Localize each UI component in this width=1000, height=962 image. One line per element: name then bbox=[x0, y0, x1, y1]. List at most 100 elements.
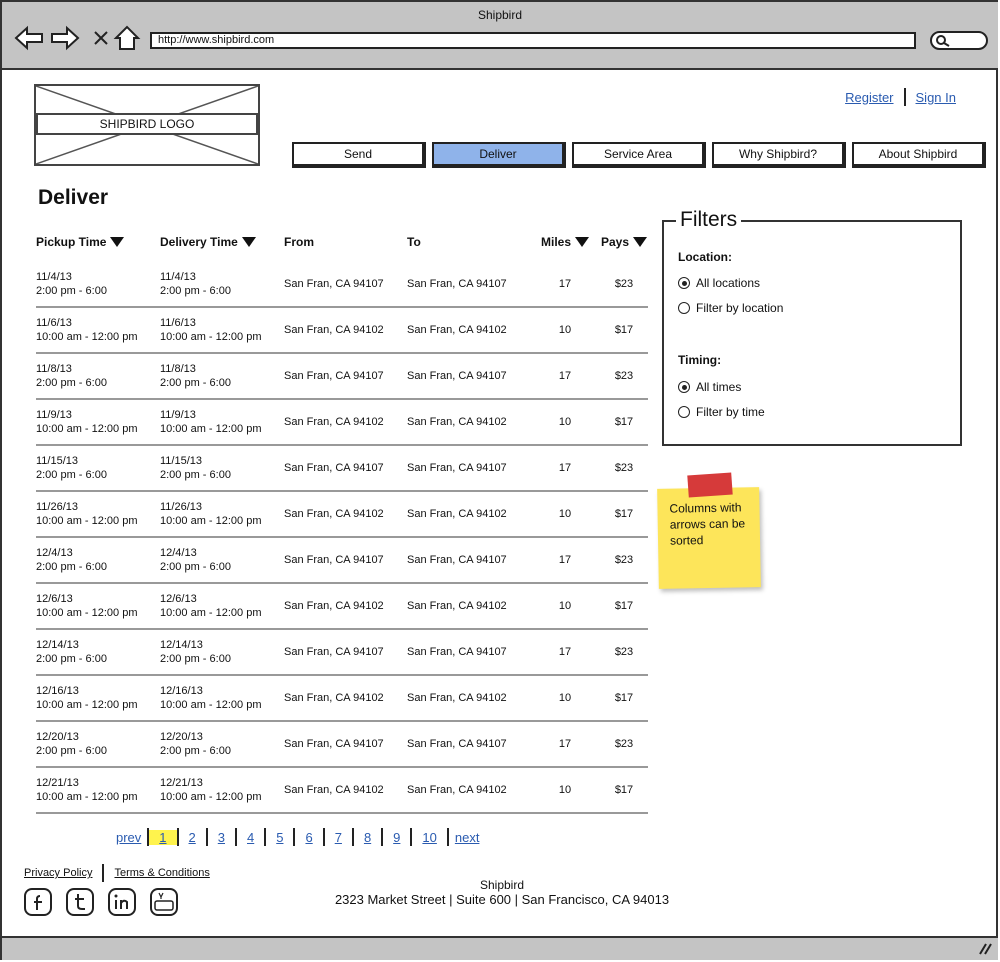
register-link[interactable]: Register bbox=[845, 90, 893, 105]
delivery-cell: 12/20/13 2:00 pm - 6:00 bbox=[160, 730, 284, 758]
deliveries-table: Pickup Time Delivery Time From To Miles … bbox=[36, 230, 648, 814]
page-link-7[interactable]: 7 bbox=[325, 830, 352, 845]
pickup-cell: 11/6/13 10:00 am - 12:00 pm bbox=[36, 316, 160, 344]
miles-cell: 17 bbox=[558, 370, 572, 382]
pays-cell: $23 bbox=[614, 278, 634, 290]
delivery-cell: 12/14/13 2:00 pm - 6:00 bbox=[160, 638, 284, 666]
pickup-cell: 11/15/13 2:00 pm - 6:00 bbox=[36, 454, 160, 482]
radio-label: Filter by location bbox=[696, 301, 784, 315]
page-link-10[interactable]: 10 bbox=[412, 830, 446, 845]
account-links: Register Sign In bbox=[845, 88, 956, 106]
delivery-window: 10:00 am - 12:00 pm bbox=[160, 791, 262, 803]
tab-about-shipbird[interactable]: About Shipbird bbox=[852, 142, 986, 168]
radio-all-locations[interactable]: All locations bbox=[678, 276, 760, 290]
table-row[interactable]: 12/20/13 2:00 pm - 6:00 12/20/13 2:00 pm - … bbox=[36, 722, 648, 768]
browser-chrome: Shipbird http://www.shipbird.com bbox=[2, 2, 998, 70]
address-bar[interactable]: http://www.shipbird.com bbox=[150, 32, 916, 49]
table-row[interactable]: 12/16/13 10:00 am - 12:00 pm 12/16/13 10:00… bbox=[36, 676, 648, 722]
pickup-cell: 12/4/13 2:00 pm - 6:00 bbox=[36, 546, 160, 574]
delivery-window: 10:00 am - 12:00 pm bbox=[160, 607, 262, 619]
table-row[interactable]: 11/8/13 2:00 pm - 6:00 11/8/13 2:00 pm - 6:… bbox=[36, 354, 648, 400]
radio-all-times[interactable]: All times bbox=[678, 380, 741, 394]
column-from: From bbox=[284, 235, 314, 249]
from-cell: San Fran, CA 94102 bbox=[284, 600, 384, 612]
delivery-date: 12/6/13 bbox=[160, 593, 197, 605]
pickup-date: 11/26/13 bbox=[36, 501, 79, 513]
sticky-note: Columns with arrows can be sorted bbox=[657, 487, 761, 589]
page-link-6[interactable]: 6 bbox=[295, 830, 322, 845]
pickup-cell: 11/9/13 10:00 am - 12:00 pm bbox=[36, 408, 160, 436]
browser-search-field[interactable] bbox=[930, 31, 988, 50]
pickup-date: 12/6/13 bbox=[36, 593, 73, 605]
sort-miles[interactable]: Miles bbox=[530, 235, 600, 249]
radio-filter-by-location[interactable]: Filter by location bbox=[678, 301, 783, 315]
window-title: Shipbird bbox=[477, 8, 523, 22]
pickup-window: 2:00 pm - 6:00 bbox=[36, 377, 107, 389]
table-row[interactable]: 12/6/13 10:00 am - 12:00 pm 12/6/13 10:00 a… bbox=[36, 584, 648, 630]
to-cell: San Fran, CA 94102 bbox=[407, 784, 507, 796]
sort-arrow-icon bbox=[110, 237, 125, 247]
to-cell: San Fran, CA 94107 bbox=[407, 462, 507, 474]
prev-page-link[interactable]: prev bbox=[110, 830, 147, 845]
page-title: Deliver bbox=[38, 186, 109, 209]
radio-empty-icon bbox=[678, 406, 690, 418]
resize-grip-icon[interactable] bbox=[978, 943, 992, 955]
pickup-window: 10:00 am - 12:00 pm bbox=[36, 791, 138, 803]
pickup-cell: 12/20/13 2:00 pm - 6:00 bbox=[36, 730, 160, 758]
pickup-window: 10:00 am - 12:00 pm bbox=[36, 423, 138, 435]
miles-cell: 10 bbox=[558, 784, 572, 796]
site-logo[interactable]: SHIPBIRD LOGO bbox=[34, 84, 260, 166]
sign-in-link[interactable]: Sign In bbox=[916, 90, 956, 105]
to-cell: San Fran, CA 94107 bbox=[407, 738, 507, 750]
browser-window: Shipbird http://www.shipbird.com SHIPBIR… bbox=[0, 0, 998, 960]
table-row[interactable]: 11/4/13 2:00 pm - 6:00 11/4/13 2:00 pm - 6:… bbox=[36, 262, 648, 308]
tab-service-area[interactable]: Service Area bbox=[572, 142, 706, 168]
delivery-cell: 12/4/13 2:00 pm - 6:00 bbox=[160, 546, 284, 574]
table-row[interactable]: 12/4/13 2:00 pm - 6:00 12/4/13 2:00 pm - 6:… bbox=[36, 538, 648, 584]
to-cell: San Fran, CA 94102 bbox=[407, 692, 507, 704]
table-row[interactable]: 11/6/13 10:00 am - 12:00 pm 11/6/13 10:00 a… bbox=[36, 308, 648, 354]
sort-pickup-time[interactable]: Pickup Time bbox=[36, 235, 160, 249]
miles-cell: 10 bbox=[558, 324, 572, 336]
table-row[interactable]: 11/15/13 2:00 pm - 6:00 11/15/13 2:00 pm - … bbox=[36, 446, 648, 492]
delivery-date: 11/26/13 bbox=[160, 501, 203, 513]
pickup-window: 10:00 am - 12:00 pm bbox=[36, 515, 138, 527]
page-link-9[interactable]: 9 bbox=[383, 830, 410, 845]
radio-filter-by-time[interactable]: Filter by time bbox=[678, 405, 765, 419]
sort-arrow-icon bbox=[241, 237, 256, 247]
page-link-4[interactable]: 4 bbox=[237, 830, 264, 845]
sort-delivery-time[interactable]: Delivery Time bbox=[160, 235, 284, 249]
tab-why-shipbird[interactable]: Why Shipbird? bbox=[712, 142, 846, 168]
next-page-link[interactable]: next bbox=[449, 830, 486, 845]
tab-send[interactable]: Send bbox=[292, 142, 426, 168]
home-icon[interactable] bbox=[112, 24, 142, 52]
to-cell: San Fran, CA 94102 bbox=[407, 324, 507, 336]
pickup-date: 11/4/13 bbox=[36, 271, 72, 283]
delivery-cell: 12/6/13 10:00 am - 12:00 pm bbox=[160, 592, 284, 620]
pickup-window: 10:00 am - 12:00 pm bbox=[36, 331, 138, 343]
magnifier-icon bbox=[936, 35, 950, 47]
miles-cell: 10 bbox=[558, 416, 572, 428]
pays-cell: $17 bbox=[614, 324, 634, 336]
table-row[interactable]: 11/26/13 10:00 am - 12:00 pm 11/26/13 10:00… bbox=[36, 492, 648, 538]
radio-label: Filter by time bbox=[696, 405, 765, 419]
table-row[interactable]: 11/9/13 10:00 am - 12:00 pm 11/9/13 10:00 a… bbox=[36, 400, 648, 446]
pickup-date: 11/9/13 bbox=[36, 409, 72, 421]
back-icon[interactable] bbox=[14, 24, 44, 52]
page-link-8[interactable]: 8 bbox=[354, 830, 381, 845]
delivery-cell: 11/9/13 10:00 am - 12:00 pm bbox=[160, 408, 284, 436]
table-row[interactable]: 12/14/13 2:00 pm - 6:00 12/14/13 2:00 pm - … bbox=[36, 630, 648, 676]
page-link-5[interactable]: 5 bbox=[266, 830, 293, 845]
forward-icon[interactable] bbox=[50, 24, 80, 52]
delivery-cell: 11/6/13 10:00 am - 12:00 pm bbox=[160, 316, 284, 344]
page-link-3[interactable]: 3 bbox=[208, 830, 235, 845]
logo-label: SHIPBIRD LOGO bbox=[36, 113, 258, 135]
pays-cell: $17 bbox=[614, 508, 634, 520]
table-row[interactable]: 12/21/13 10:00 am - 12:00 pm 12/21/13 10:00… bbox=[36, 768, 648, 814]
page-link-2[interactable]: 2 bbox=[179, 830, 206, 845]
page-link-1[interactable]: 1 bbox=[149, 829, 177, 845]
pays-cell: $17 bbox=[614, 784, 634, 796]
tab-deliver[interactable]: Deliver bbox=[432, 142, 566, 168]
sort-pays[interactable]: Pays bbox=[600, 235, 648, 249]
pickup-cell: 11/8/13 2:00 pm - 6:00 bbox=[36, 362, 160, 390]
